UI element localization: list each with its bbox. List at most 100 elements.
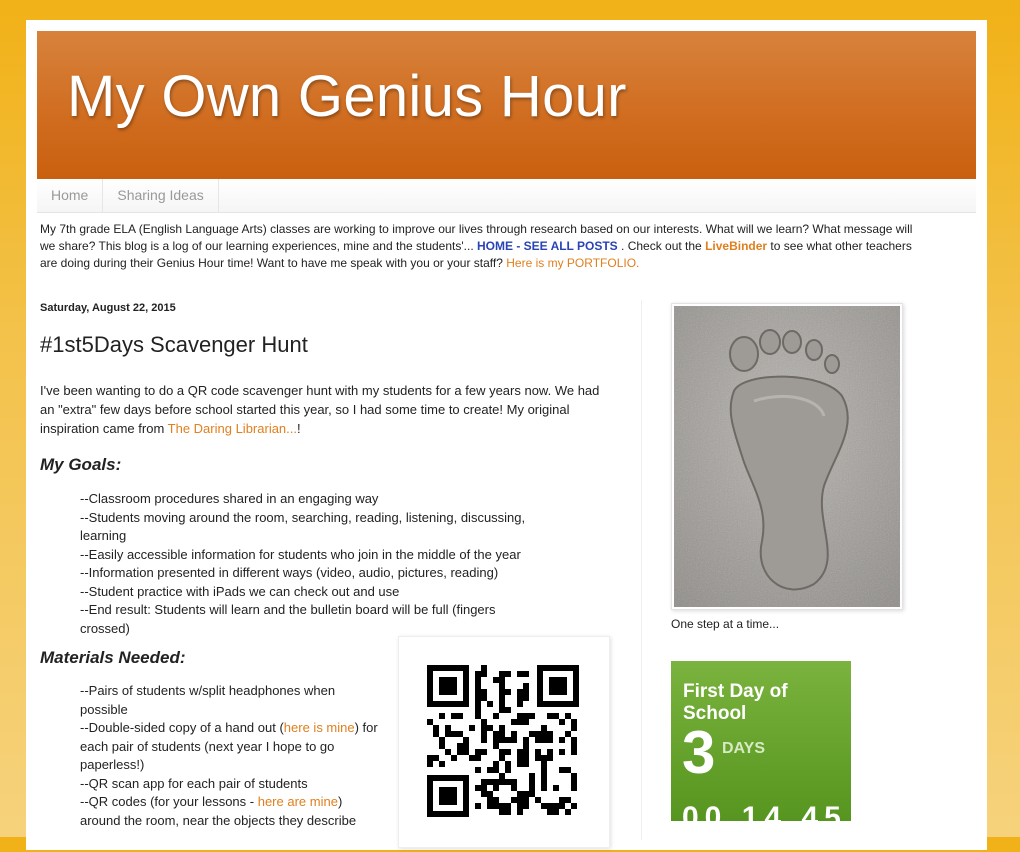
qr-module [451,731,457,737]
qr-module [475,755,481,761]
list-item: --End result: Students will learn and th… [80,602,496,636]
qr-module [511,779,517,785]
qr-module [499,809,505,815]
qr-module [481,737,487,743]
countdown-widget[interactable]: First Day of School 3 DAYS 00 14 45 [671,661,851,834]
qr-module [565,731,571,737]
countdown-days-number: 3 [682,719,716,786]
portfolio-link[interactable]: Here is my PORTFOLIO. [506,256,639,270]
qr-module [565,713,571,719]
tab-home[interactable]: Home [37,179,104,212]
qr-module [517,755,523,761]
qr-module [475,803,481,809]
qr-module [487,803,493,809]
footprint-photo[interactable] [671,303,903,610]
qr-module [523,749,529,755]
qr-module [457,743,463,749]
qr-module [553,809,559,815]
qr-module [499,755,505,761]
qr-module [439,713,445,719]
qr-module [535,731,541,737]
qr-module [487,725,493,731]
qr-module [505,761,511,767]
qr-module [559,767,565,773]
blog-header: My Own Genius Hour [37,31,976,179]
livebinder-link[interactable]: LiveBinder [705,239,767,253]
qr-module [481,725,487,731]
qr-module [541,779,547,785]
qr-module [511,797,517,803]
qr-module [511,737,517,743]
qr-module [571,737,577,743]
qr-module [463,749,469,755]
qr-module [475,707,481,713]
qr-module [547,737,553,743]
qr-module [499,779,505,785]
qr-module [439,743,445,749]
handout-link[interactable]: here is mine [284,720,355,735]
qr-module [553,803,559,809]
qr-module [523,713,529,719]
qr-module [505,767,511,773]
qr-module [571,725,577,731]
qr-module [481,779,487,785]
qr-module [523,761,529,767]
qr-module [547,755,553,761]
qr-module [529,773,535,779]
qr-module [517,749,523,755]
material-text: --Double-sided copy of a hand out ( [80,720,284,735]
qr-code-image[interactable] [398,636,610,848]
qr-module [517,695,523,701]
qr-module [541,755,547,761]
qr-module [523,791,529,797]
qr-module [499,773,505,779]
description-text-2: . Check out the [617,239,706,253]
qr-module [571,785,577,791]
qr-module [523,683,529,689]
qr-module [493,785,499,791]
qr-module [511,785,517,791]
qr-module [547,731,553,737]
qr-module [559,737,565,743]
photo-caption: One step at a time... [671,617,780,631]
qr-module [487,779,493,785]
list-item: --QR scan app for each pair of students [80,775,308,791]
qr-module [469,755,475,761]
qr-module [433,731,439,737]
qr-module [499,737,505,743]
qr-codes-link[interactable]: here are mine [258,794,338,809]
qr-module [517,671,523,677]
qr-module [493,731,499,737]
qr-module [553,785,559,791]
qr-module [427,719,433,725]
qr-module [481,785,487,791]
qr-module [523,755,529,761]
list-item: --Double-sided copy of a hand out (here … [80,719,380,775]
blog-title[interactable]: My Own Genius Hour [67,63,627,130]
qr-module [517,719,523,725]
qr-module [529,713,535,719]
qr-module [481,665,487,671]
qr-module [547,809,553,815]
daring-librarian-link[interactable]: The Daring Librarian... [168,421,297,436]
tab-sharing-ideas[interactable]: Sharing Ideas [103,179,219,212]
list-item: --Students moving around the room, searc… [80,509,526,544]
qr-module [499,725,505,731]
qr-module [571,803,577,809]
list-item: --Pairs of students w/split headphones w… [80,683,336,717]
qr-module [511,731,517,737]
material-text: --QR codes (for your lessons - [80,794,258,809]
qr-module [571,779,577,785]
qr-module [487,791,493,797]
post-title[interactable]: #1st5Days Scavenger Hunt [40,332,615,358]
qr-module [535,755,541,761]
qr-module [427,755,433,761]
qr-module [499,749,505,755]
qr-module [523,803,529,809]
qr-module [475,695,481,701]
qr-module [493,713,499,719]
home-see-all-posts-link[interactable]: HOME - SEE ALL POSTS [477,239,618,253]
qr-module [541,803,547,809]
qr-module [559,749,565,755]
intro-end: ! [297,421,301,436]
